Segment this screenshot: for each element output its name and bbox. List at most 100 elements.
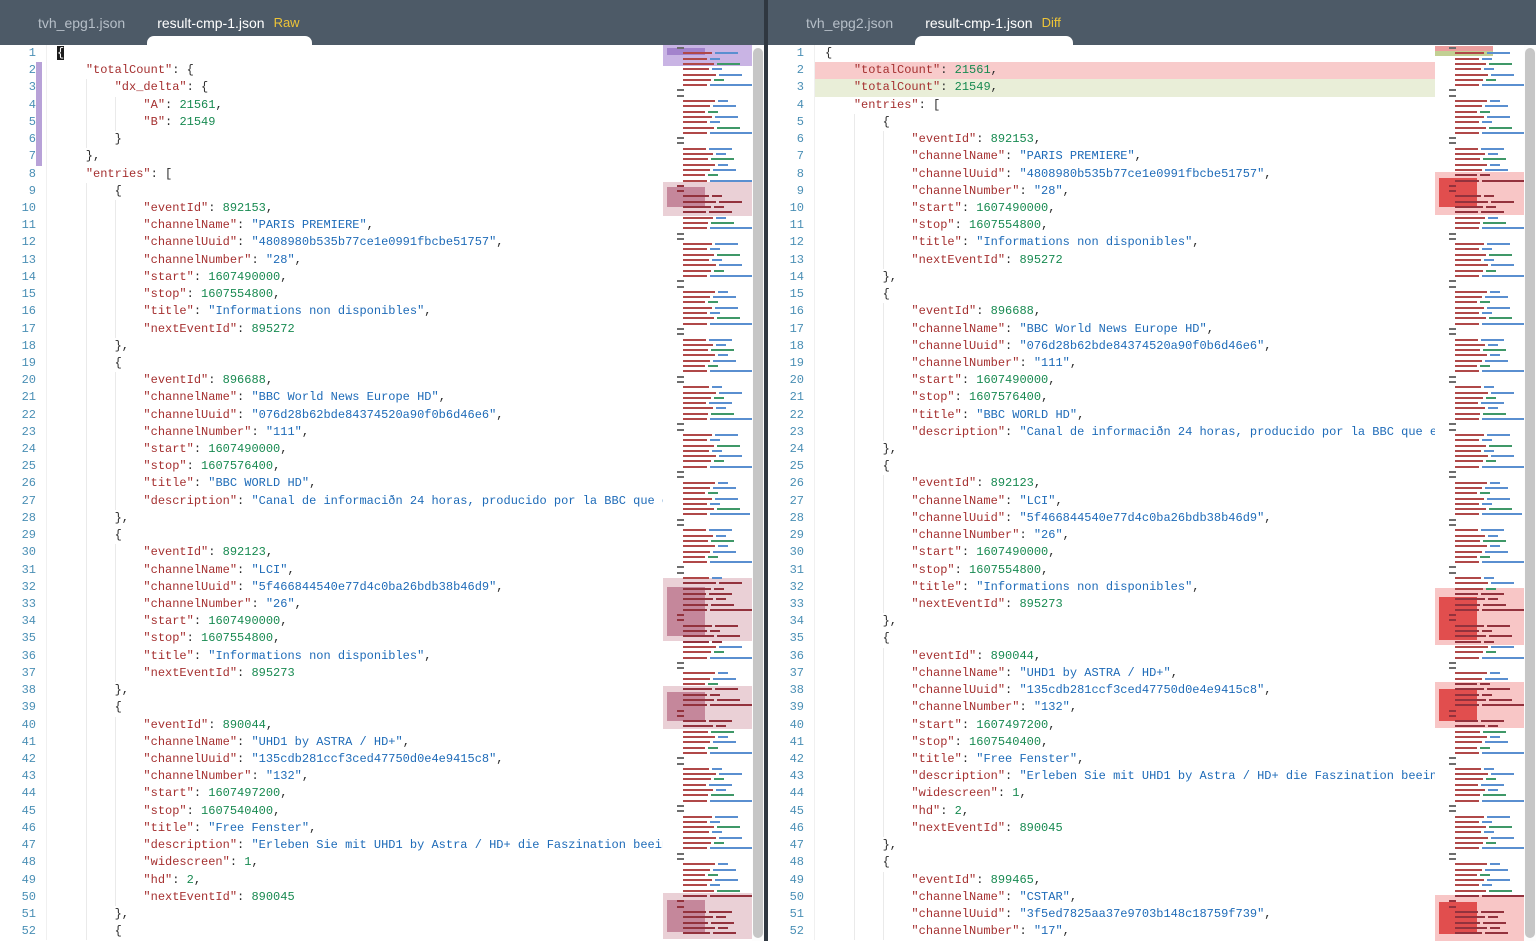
code-line[interactable]: 7 "channelName": "PARIS PREMIERE",	[768, 148, 1435, 165]
line-number[interactable]: 5	[768, 114, 815, 131]
line-number[interactable]: 24	[0, 441, 47, 458]
code-line[interactable]: 20 "eventId": 896688,	[0, 372, 663, 389]
line-number[interactable]: 38	[0, 682, 47, 699]
line-number[interactable]: 35	[768, 630, 815, 647]
line-number[interactable]: 46	[0, 820, 47, 837]
code-line[interactable]: 20 "start": 1607490000,	[768, 372, 1435, 389]
code-line[interactable]: 15 "stop": 1607554800,	[0, 286, 663, 303]
code-line[interactable]: 38 },	[0, 682, 663, 699]
line-number[interactable]: 52	[0, 923, 47, 940]
code-line[interactable]: 31 "stop": 1607554800,	[768, 562, 1435, 579]
line-number[interactable]: 25	[768, 458, 815, 475]
line-number[interactable]: 47	[0, 837, 47, 854]
code-line[interactable]: 5 "B": 21549	[0, 114, 663, 131]
code-line[interactable]: 4 "entries": [	[768, 97, 1435, 114]
code-line[interactable]: 2 "totalCount": {	[0, 62, 663, 79]
line-number[interactable]: 44	[0, 785, 47, 802]
line-number[interactable]: 12	[0, 234, 47, 251]
line-number[interactable]: 2	[768, 62, 815, 79]
line-number[interactable]: 1	[768, 45, 815, 62]
code-line[interactable]: 11 "channelName": "PARIS PREMIERE",	[0, 217, 663, 234]
line-number[interactable]: 3	[768, 79, 815, 96]
line-number[interactable]: 31	[0, 562, 47, 579]
left-code-area[interactable]: 1{2 "totalCount": {3 "dx_delta": {4 "A":…	[0, 45, 663, 941]
code-line[interactable]: 10 "start": 1607490000,	[768, 200, 1435, 217]
line-number[interactable]: 18	[0, 338, 47, 355]
line-number[interactable]: 16	[0, 303, 47, 320]
line-number[interactable]: 17	[768, 321, 815, 338]
line-number[interactable]: 15	[768, 286, 815, 303]
code-line[interactable]: 23 "description": "Canal de informaciðn …	[768, 424, 1435, 441]
line-number[interactable]: 48	[768, 854, 815, 871]
code-line[interactable]: 41 "channelName": "UHD1 by ASTRA / HD+",	[0, 734, 663, 751]
code-line[interactable]: 9 "channelNumber": "28",	[768, 183, 1435, 200]
code-line[interactable]: 48 {	[768, 854, 1435, 871]
line-number[interactable]: 25	[0, 458, 47, 475]
code-line[interactable]: 16 "eventId": 896688,	[768, 303, 1435, 320]
line-number[interactable]: 15	[0, 286, 47, 303]
line-number[interactable]: 4	[0, 97, 47, 114]
right-code-area[interactable]: 1{2 "totalCount": 21561,3 "totalCount": …	[768, 45, 1435, 941]
line-number[interactable]: 34	[768, 613, 815, 630]
code-line[interactable]: 49 "eventId": 899465,	[768, 872, 1435, 889]
code-line[interactable]: 45 "stop": 1607540400,	[0, 803, 663, 820]
line-number[interactable]: 48	[0, 854, 47, 871]
line-number[interactable]: 31	[768, 562, 815, 579]
line-number[interactable]: 18	[768, 338, 815, 355]
line-number[interactable]: 40	[0, 717, 47, 734]
code-line[interactable]: 25 {	[768, 458, 1435, 475]
line-number[interactable]: 26	[768, 475, 815, 492]
line-number[interactable]: 17	[0, 321, 47, 338]
left-minimap[interactable]	[663, 45, 752, 941]
code-line[interactable]: 35 {	[768, 630, 1435, 647]
right-scrollbar[interactable]	[1524, 45, 1536, 941]
line-number[interactable]: 49	[0, 872, 47, 889]
line-number[interactable]: 51	[0, 906, 47, 923]
code-line[interactable]: 5 {	[768, 114, 1435, 131]
code-line[interactable]: 26 "eventId": 892123,	[768, 475, 1435, 492]
line-number[interactable]: 22	[0, 407, 47, 424]
line-number[interactable]: 23	[0, 424, 47, 441]
line-number[interactable]: 3	[0, 79, 47, 96]
code-line[interactable]: 8 "channelUuid": "4808980b535b77ce1e0991…	[768, 166, 1435, 183]
code-line[interactable]: 47 "description": "Erleben Sie mit UHD1 …	[0, 837, 663, 854]
line-number[interactable]: 16	[768, 303, 815, 320]
code-line[interactable]: 52 {	[0, 923, 663, 940]
line-number[interactable]: 30	[768, 544, 815, 561]
code-line[interactable]: 4 "A": 21561,	[0, 97, 663, 114]
line-number[interactable]: 38	[768, 682, 815, 699]
line-number[interactable]: 32	[0, 579, 47, 596]
line-number[interactable]: 20	[0, 372, 47, 389]
line-number[interactable]: 36	[768, 648, 815, 665]
line-number[interactable]: 37	[768, 665, 815, 682]
code-line[interactable]: 36 "title": "Informations non disponible…	[0, 648, 663, 665]
line-number[interactable]: 22	[768, 407, 815, 424]
code-line[interactable]: 25 "stop": 1607576400,	[0, 458, 663, 475]
code-line[interactable]: 12 "channelUuid": "4808980b535b77ce1e099…	[0, 234, 663, 251]
line-number[interactable]: 30	[0, 544, 47, 561]
code-line[interactable]: 18 },	[0, 338, 663, 355]
code-line[interactable]: 23 "channelNumber": "111",	[0, 424, 663, 441]
line-number[interactable]: 6	[768, 131, 815, 148]
right-scrollbar-thumb[interactable]	[1525, 48, 1535, 938]
code-line[interactable]: 43 "description": "Erleben Sie mit UHD1 …	[768, 768, 1435, 785]
line-number[interactable]: 41	[0, 734, 47, 751]
line-number[interactable]: 37	[0, 665, 47, 682]
code-line[interactable]: 41 "stop": 1607540400,	[768, 734, 1435, 751]
code-line[interactable]: 30 "start": 1607490000,	[768, 544, 1435, 561]
code-line[interactable]: 3 "totalCount": 21549,	[768, 79, 1435, 96]
code-line[interactable]: 39 "channelNumber": "132",	[768, 699, 1435, 716]
code-line[interactable]: 29 "channelNumber": "26",	[768, 527, 1435, 544]
code-line[interactable]: 27 "channelName": "LCI",	[768, 493, 1435, 510]
code-line[interactable]: 50 "channelName": "CSTAR",	[768, 889, 1435, 906]
code-line[interactable]: 1{	[768, 45, 1435, 62]
code-line[interactable]: 46 "title": "Free Fenster",	[0, 820, 663, 837]
code-line[interactable]: 22 "channelUuid": "076d28b62bde84374520a…	[0, 407, 663, 424]
line-number[interactable]: 10	[0, 200, 47, 217]
line-number[interactable]: 39	[768, 699, 815, 716]
line-number[interactable]: 11	[0, 217, 47, 234]
code-line[interactable]: 31 "channelName": "LCI",	[0, 562, 663, 579]
code-line[interactable]: 11 "stop": 1607554800,	[768, 217, 1435, 234]
line-number[interactable]: 40	[768, 717, 815, 734]
right-minimap[interactable]	[1435, 45, 1524, 941]
